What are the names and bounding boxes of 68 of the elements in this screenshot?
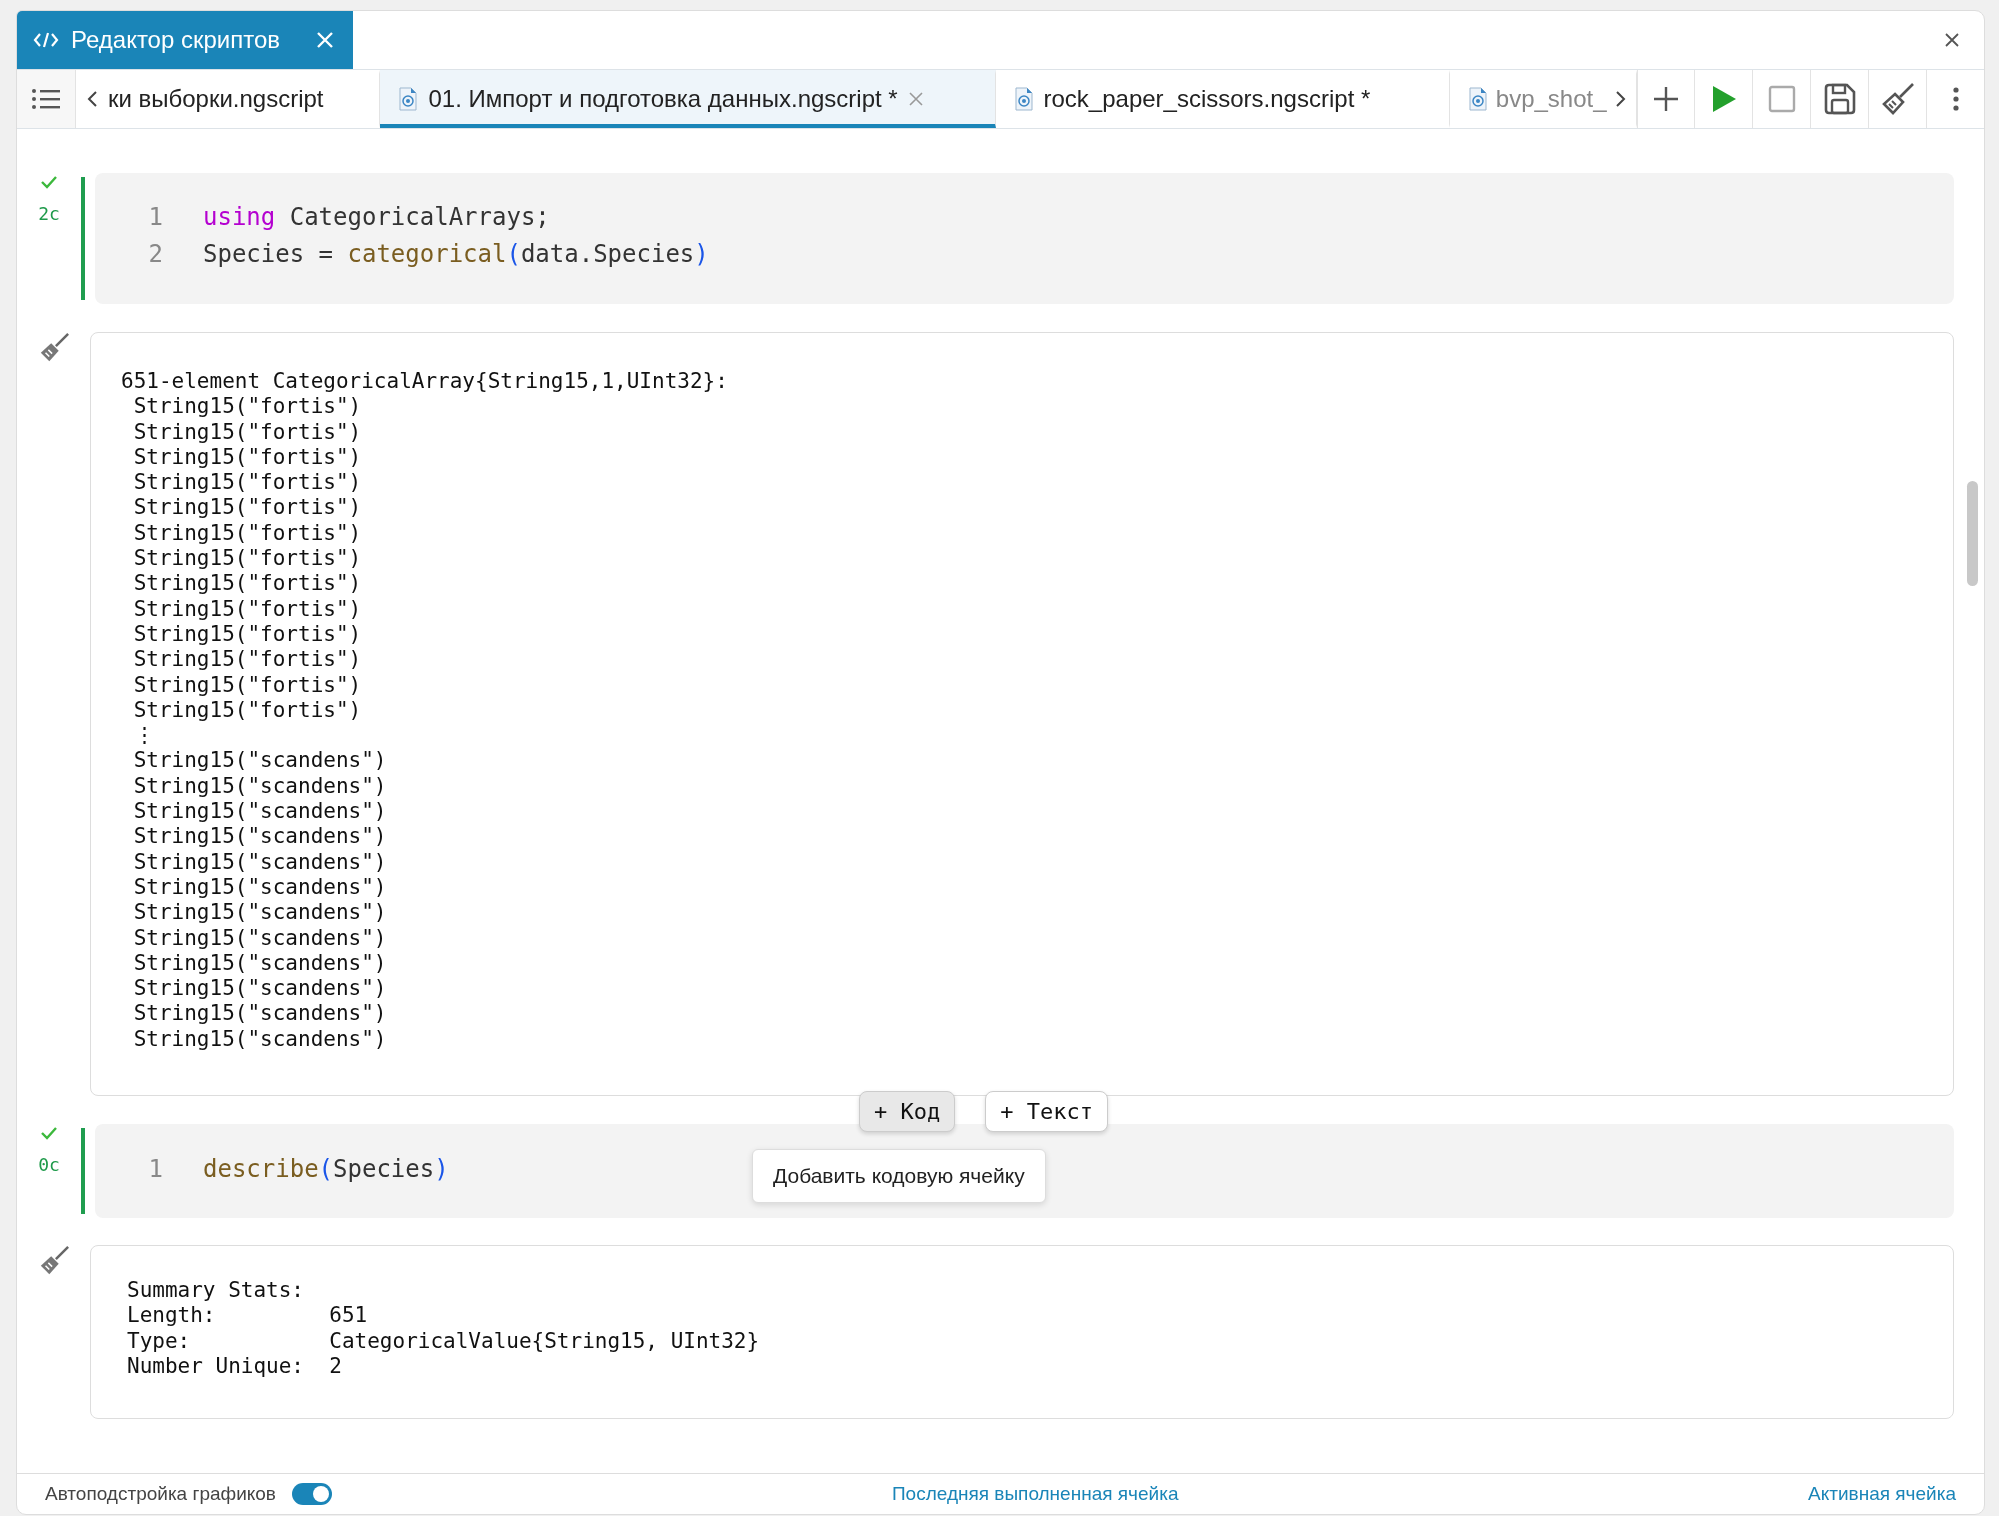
output-line: ⋮ [132, 723, 156, 749]
output-line: String15("scandens") [132, 925, 388, 951]
file-icon [1467, 87, 1488, 111]
scrollbar-thumb[interactable] [1967, 481, 1978, 586]
output-line: String15("scandens") [132, 950, 388, 977]
line-number: 1 [147, 1154, 163, 1185]
output-line: String15("scandens") [132, 1026, 388, 1052]
panel-tab[interactable]: Редактор скриптов [17, 11, 353, 69]
output-line: String15("scandens") [132, 1001, 388, 1027]
output-line: String15("scandens") [132, 773, 388, 800]
output-line: String15("fortis") [132, 621, 363, 648]
plus-icon [1652, 85, 1680, 113]
toggle-switch[interactable] [291, 1483, 332, 1505]
status-link[interactable]: Активная ячейка [1808, 1483, 1956, 1505]
file-icon [398, 87, 419, 111]
outline-button[interactable] [17, 70, 76, 128]
code-line: using CategoricalArrays; [203, 202, 550, 233]
output-line: String15("fortis") [132, 470, 363, 496]
code-line: describe(Species) [203, 1154, 449, 1185]
output-line: String15("fortis") [132, 596, 363, 622]
save-icon [1822, 82, 1857, 116]
tooltip: Добавить кодовую ячейку [752, 1149, 1046, 1203]
output-line: String15("scandens") [132, 874, 388, 901]
line-number: 2 [147, 239, 163, 270]
file-tab[interactable]: bvp_shot_ [1449, 70, 1637, 128]
output-line: String15("fortis") [132, 495, 363, 521]
file-icon [1013, 87, 1034, 111]
play-icon [1710, 85, 1737, 113]
chevron-left-icon[interactable] [85, 89, 98, 109]
output-line: String15("fortis") [132, 571, 363, 597]
output-line: String15("fortis") [132, 520, 363, 547]
panel-title: Редактор скриптов [71, 26, 282, 54]
output-line: 651-element CategoricalArray{String15,1,UInt32}: [121, 369, 729, 395]
status-link[interactable]: Последняя выполненная ячейка [891, 1483, 1179, 1505]
output-line: String15("scandens") [132, 824, 388, 850]
output-line: Type: CategoricalValue{String15, UInt32} [127, 1328, 761, 1354]
list-icon [30, 87, 61, 111]
chevron-right-icon[interactable] [1614, 89, 1627, 109]
output-line: String15("scandens") [132, 849, 388, 875]
output-line: String15("fortis") [132, 672, 363, 698]
line-number: 1 [147, 202, 163, 233]
more-icon [1952, 87, 1959, 111]
output-line: String15("fortis") [132, 647, 363, 673]
add-cell-button[interactable]: + Текст [985, 1091, 1108, 1132]
code-cell[interactable]: 1 using CategoricalArrays; 2 Species = categorical(data.Species) [95, 173, 1954, 304]
output-line: String15("fortis") [132, 419, 363, 445]
run-time: 0c [38, 1154, 60, 1175]
output-line: String15("scandens") [132, 900, 388, 926]
add-cell-button[interactable]: + Код [859, 1091, 956, 1132]
broom-icon [1880, 82, 1915, 116]
file-tab[interactable]: 01. Импорт и подготовка данных.ngscript * [380, 70, 996, 128]
output-line: String15("scandens") [132, 748, 388, 774]
output-line: String15("scandens") [132, 799, 388, 825]
code-line: Species = categorical(data.Species) [203, 239, 709, 270]
file-tab[interactable]: rock_paper_scissors.ngscript * [995, 70, 1450, 128]
output-line: String15("scandens") [132, 976, 388, 1002]
output-line: String15("fortis") [132, 546, 363, 572]
run-time: 2c [38, 203, 60, 224]
stop-icon [1767, 85, 1796, 113]
output-line: String15("fortis") [132, 697, 363, 724]
output-line: Summary Stats: [127, 1278, 305, 1304]
code-icon [33, 30, 59, 50]
close-icon[interactable] [1944, 32, 1960, 48]
output-line: Number Unique: 2 [127, 1353, 343, 1380]
output-line: String15("fortis") [132, 444, 363, 471]
toggle-label: Автоподстройка графиков [45, 1483, 276, 1505]
output-line: Length: 651 [127, 1303, 369, 1329]
output-line: String15("fortis") [132, 394, 363, 420]
